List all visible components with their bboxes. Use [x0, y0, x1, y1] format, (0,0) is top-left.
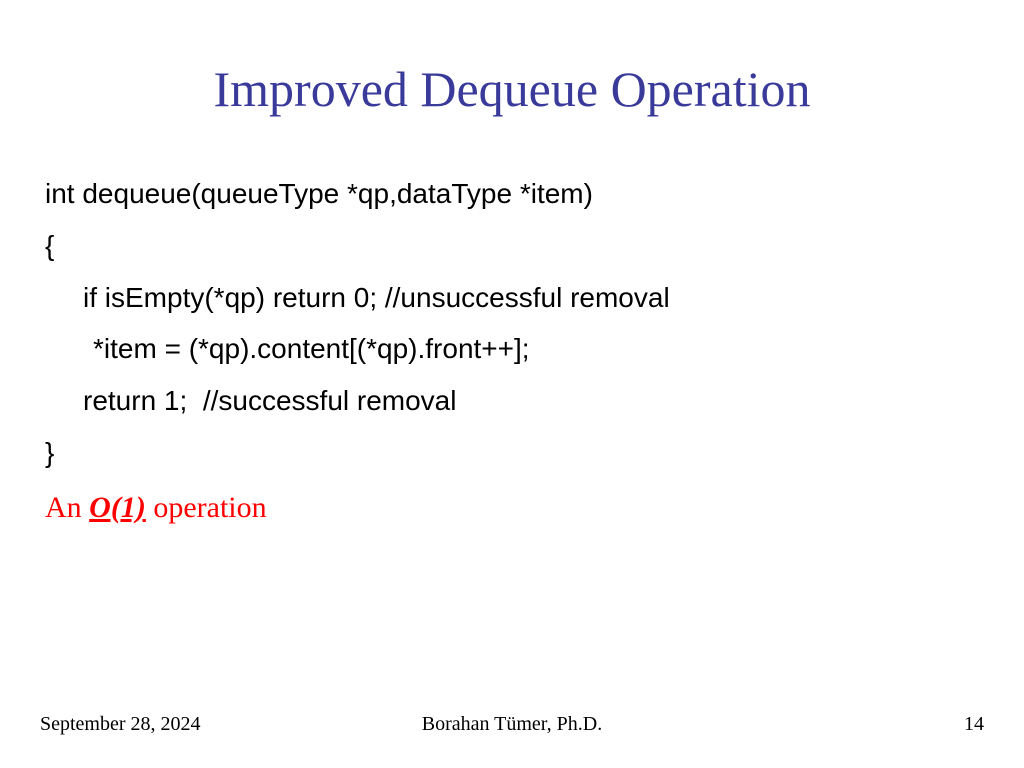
code-line-2: {: [45, 220, 984, 272]
footer: September 28, 2024 Borahan Tümer, Ph.D. …: [0, 713, 1024, 736]
complexity-note: An O(1) operation: [45, 491, 984, 525]
footer-page: 14: [964, 713, 984, 736]
slide: Improved Dequeue Operation int dequeue(q…: [0, 0, 1024, 768]
slide-content: int dequeue(queueType *qp,dataType *item…: [40, 168, 984, 728]
note-prefix: An: [45, 491, 89, 524]
code-line-6: }: [45, 427, 984, 479]
slide-title: Improved Dequeue Operation: [40, 60, 984, 118]
note-bigO: O(1): [89, 491, 146, 524]
code-line-1: int dequeue(queueType *qp,dataType *item…: [45, 168, 984, 220]
code-line-4: *item = (*qp).content[(*qp).front++];: [45, 323, 984, 375]
note-suffix: operation: [146, 491, 267, 524]
footer-author: Borahan Tümer, Ph.D.: [422, 713, 602, 736]
footer-date: September 28, 2024: [40, 713, 201, 736]
code-line-3: if isEmpty(*qp) return 0; //unsuccessful…: [45, 272, 984, 324]
code-line-5: return 1; //successful removal: [45, 375, 984, 427]
